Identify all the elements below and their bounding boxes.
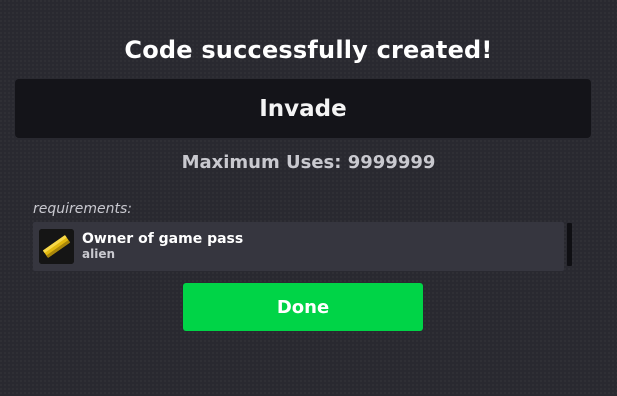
done-button[interactable]: Done [183,283,423,331]
requirements-label: requirements: [33,201,133,217]
requirement-title: Owner of game pass [82,231,244,248]
requirement-item: Owner of game pass alien [82,232,243,260]
requirement-subtitle: alien [82,247,116,262]
code-value: Invade [259,95,347,122]
requirements-scrollbar[interactable] [567,223,572,266]
code-display: Invade [15,79,591,138]
gold-bar-icon [39,229,74,264]
dialog-title: Code successfully created! [124,36,493,64]
requirements-list: Owner of game pass alien [33,222,564,271]
max-uses-text: Maximum Uses: 9999999 [181,152,436,173]
